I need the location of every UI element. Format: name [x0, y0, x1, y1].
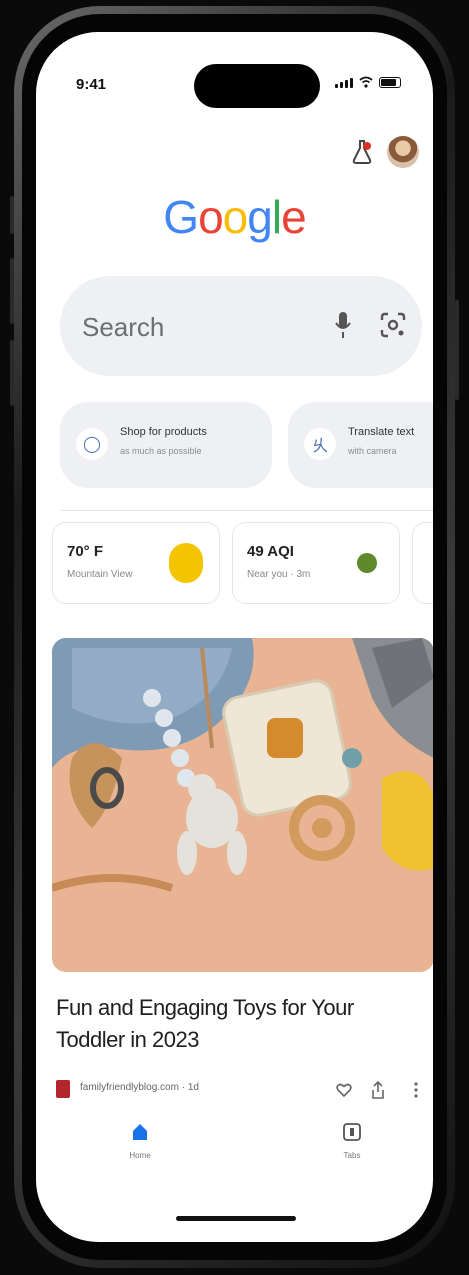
heart-icon[interactable] [334, 1078, 354, 1102]
shopping-tag-icon: ◯ [76, 428, 108, 460]
feed-article-meta: familyfriendlyblog.com · 1d [56, 1078, 426, 1102]
weather-card[interactable]: 70° F Mountain View [52, 522, 220, 604]
chip-title: Translate text [348, 426, 415, 438]
aqi-status-icon [357, 553, 377, 573]
phone-volume-down-button [10, 340, 14, 406]
aqi-location: Near you · 3m [247, 569, 311, 580]
status-icons [335, 76, 401, 88]
nav-tabs-label: Tabs [343, 1151, 361, 1160]
translate-icon: 乆 [304, 428, 336, 460]
more-options-icon[interactable] [406, 1078, 426, 1102]
chip-subtitle: with camera [348, 446, 397, 456]
home-indicator [176, 1216, 296, 1221]
info-cards: 70° F Mountain View 49 AQI Near you · 3m [52, 522, 433, 604]
section-divider [60, 510, 433, 511]
google-lens-icon[interactable] [378, 310, 408, 340]
phone-power-button [455, 300, 459, 400]
wifi-icon [359, 76, 373, 88]
phone-screen: 9:41 Google Search ◯ Shop for products a… [36, 32, 433, 1242]
dynamic-island [194, 64, 320, 108]
share-icon[interactable] [368, 1078, 388, 1102]
sunny-weather-icon [169, 543, 203, 583]
nav-tabs[interactable]: Tabs [322, 1122, 382, 1160]
phone-action-button [10, 196, 14, 234]
chip-subtitle: as much as possible [120, 446, 202, 456]
search-bar[interactable]: Search [60, 276, 422, 376]
bottom-navigation: Home Tabs [36, 1122, 433, 1182]
chip-translate-text[interactable]: 乆 Translate text with camera [288, 402, 433, 488]
chip-title: Shop for products [120, 426, 207, 438]
search-placeholder: Search [82, 312, 165, 342]
status-time: 9:41 [76, 76, 107, 93]
google-logo: Google [163, 191, 306, 243]
source-favicon [56, 1080, 70, 1098]
labs-flask-icon[interactable] [351, 139, 373, 165]
weather-temperature: 70° F [67, 543, 104, 560]
account-avatar[interactable] [387, 136, 419, 168]
air-quality-card[interactable]: 49 AQI Near you · 3m [232, 522, 400, 604]
weather-location: Mountain View [67, 569, 133, 580]
feed-article-image[interactable] [52, 638, 433, 972]
phone-volume-up-button [10, 258, 14, 324]
feed-article-title[interactable]: Fun and Engaging Toys for Your Toddler i… [56, 992, 416, 1056]
feed-source: familyfriendlyblog.com · 1d [80, 1082, 199, 1093]
chip-shop-products[interactable]: ◯ Shop for products as much as possible [60, 402, 272, 488]
tabs-icon [343, 1123, 361, 1141]
home-icon [133, 1124, 147, 1140]
nav-home[interactable]: Home [110, 1122, 170, 1160]
info-card-partial[interactable] [412, 522, 433, 604]
cellular-signal-icon [335, 78, 353, 88]
microphone-icon[interactable] [332, 308, 354, 342]
nav-home-label: Home [129, 1151, 151, 1160]
phone-frame: 9:41 Google Search ◯ Shop for products a… [14, 6, 455, 1268]
account-area [351, 136, 419, 168]
suggestion-chips: ◯ Shop for products as much as possible … [60, 402, 433, 488]
battery-icon [379, 77, 401, 88]
toys-photo [52, 638, 433, 972]
aqi-value: 49 AQI [247, 543, 294, 560]
